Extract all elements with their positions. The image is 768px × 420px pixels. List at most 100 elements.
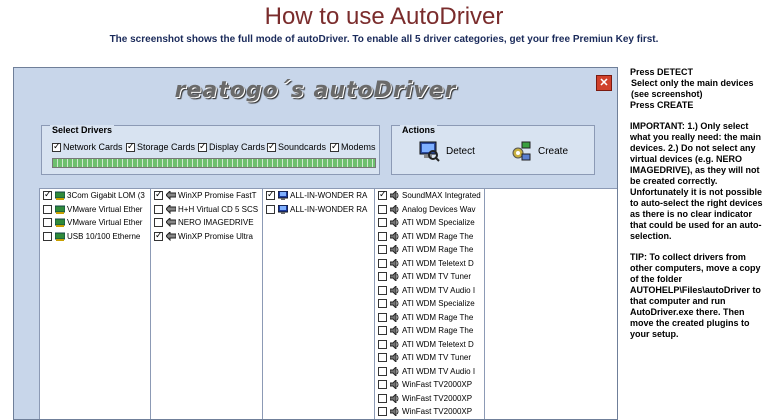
driver-checkbox[interactable] xyxy=(378,272,387,282)
driver-list-item[interactable]: SoundMAX Integrated xyxy=(375,189,485,203)
driver-checkbox[interactable] xyxy=(378,380,387,390)
driver-label: ATI WDM Teletext D xyxy=(402,339,474,349)
driver-list-item[interactable]: ALL-IN-WONDER RA xyxy=(263,203,374,217)
driver-list-item[interactable]: H+H Virtual CD 5 SCS xyxy=(151,203,262,217)
category-label: Network Cards xyxy=(63,142,123,152)
actions-group: Actions Detect Create xyxy=(391,125,595,175)
driver-label: ATI WDM TV Audio I xyxy=(402,285,476,295)
sound-card-icon xyxy=(390,191,399,201)
driver-label: ATI WDM TV Tuner xyxy=(402,353,472,363)
driver-checkbox[interactable] xyxy=(378,299,387,309)
checkbox[interactable] xyxy=(330,141,339,152)
driver-checkbox[interactable] xyxy=(43,204,52,214)
checkbox[interactable] xyxy=(267,141,276,152)
category-label: Display Cards xyxy=(209,142,266,152)
driver-label: WinXP Promise FastT xyxy=(178,191,257,201)
driver-checkbox[interactable] xyxy=(154,189,163,201)
driver-checkbox[interactable] xyxy=(43,231,52,241)
category-soundcards[interactable]: Soundcards xyxy=(267,141,326,152)
driver-checkbox[interactable] xyxy=(378,339,387,349)
driver-checkbox[interactable] xyxy=(378,285,387,295)
network-card-icon xyxy=(55,218,65,228)
sound-card-icon xyxy=(390,245,399,255)
driver-checkbox[interactable] xyxy=(378,245,387,255)
driver-list-item[interactable]: ATI WDM TV Audio I xyxy=(375,284,485,298)
sound-card-icon xyxy=(390,285,399,295)
driver-list-item[interactable]: WinFast TV2000XP xyxy=(375,378,485,392)
driver-list-item[interactable]: ATI WDM TV Tuner xyxy=(375,270,485,284)
driver-checkbox[interactable] xyxy=(154,218,163,228)
driver-checkbox[interactable] xyxy=(378,258,387,268)
driver-checkbox[interactable] xyxy=(378,231,387,241)
driver-checkbox[interactable] xyxy=(43,189,52,201)
category-modems[interactable]: Modems xyxy=(330,141,376,152)
driver-checkbox[interactable] xyxy=(266,204,275,214)
driver-label: ALL-IN-WONDER RA xyxy=(290,191,368,201)
driver-checkbox[interactable] xyxy=(266,189,275,201)
sound-card-icon xyxy=(390,326,399,336)
driver-list-item[interactable]: ATI WDM Rage The xyxy=(375,311,485,325)
sound-card-icon xyxy=(390,380,399,390)
checkbox[interactable] xyxy=(198,141,207,152)
driver-list-item[interactable]: ATI WDM Specialize xyxy=(375,216,485,230)
driver-label: ALL-IN-WONDER RA xyxy=(290,204,368,214)
driver-label: VMware Virtual Ether xyxy=(67,218,143,228)
driver-list-item[interactable]: ALL-IN-WONDER RA xyxy=(263,189,374,203)
driver-list-item[interactable]: ATI WDM TV Tuner xyxy=(375,351,485,365)
driver-list-item[interactable]: ATI WDM Teletext D xyxy=(375,338,485,352)
driver-list-item[interactable]: 3Com Gigabit LOM (3 xyxy=(40,189,151,203)
create-icon xyxy=(512,141,531,161)
driver-checkbox[interactable] xyxy=(43,218,52,228)
category-network-cards[interactable]: Network Cards xyxy=(52,141,123,152)
driver-list-item[interactable]: ATI WDM Teletext D xyxy=(375,257,485,271)
sound-card-icon xyxy=(390,299,399,309)
driver-list-item[interactable]: VMware Virtual Ether xyxy=(40,216,151,230)
driver-list-item[interactable]: ATI WDM Rage The xyxy=(375,324,485,338)
driver-list-item[interactable]: VMware Virtual Ether xyxy=(40,203,151,217)
checkbox[interactable] xyxy=(126,141,135,152)
driver-checkbox[interactable] xyxy=(378,366,387,376)
create-button[interactable]: Create xyxy=(510,140,568,162)
driver-checkbox[interactable] xyxy=(378,326,387,336)
category-label: Modems xyxy=(341,142,376,152)
driver-label: NERO IMAGEDRIVE xyxy=(178,218,254,228)
driver-list-item[interactable]: WinXP Promise Ultra xyxy=(151,230,262,244)
display-card-icon xyxy=(278,191,288,201)
select-drivers-group: Select Drivers Network Cards Storage Car… xyxy=(41,125,380,175)
driver-checkbox[interactable] xyxy=(378,312,387,322)
driver-list-item[interactable]: NERO IMAGEDRIVE xyxy=(151,216,262,230)
driver-label: ATI WDM Rage The xyxy=(402,231,474,241)
storage-card-icon xyxy=(166,218,176,228)
driver-checkbox[interactable] xyxy=(378,189,387,201)
driver-list-item[interactable]: USB 10/100 Etherne xyxy=(40,230,151,244)
sound-card-icon xyxy=(390,353,399,363)
driver-list-item[interactable]: ATI WDM Rage The xyxy=(375,230,485,244)
driver-checkbox[interactable] xyxy=(378,204,387,214)
driver-list-item[interactable]: ATI WDM Specialize xyxy=(375,297,485,311)
sound-card-icon xyxy=(390,258,399,268)
sound-card-icon xyxy=(390,407,399,417)
app-logo: reatogo´s autoDriver xyxy=(174,78,457,103)
driver-checkbox[interactable] xyxy=(378,407,387,417)
driver-label: ATI WDM TV Tuner xyxy=(402,272,472,282)
driver-checkbox[interactable] xyxy=(154,204,163,214)
driver-list-item[interactable]: Analog Devices Wav xyxy=(375,203,485,217)
driver-list-item[interactable]: WinXP Promise FastT xyxy=(151,189,262,203)
driver-checkbox[interactable] xyxy=(378,393,387,403)
driver-checkbox[interactable] xyxy=(154,230,163,241)
driver-checkbox[interactable] xyxy=(378,353,387,363)
modem-driver-list xyxy=(484,188,617,419)
network-card-icon xyxy=(55,232,65,241)
checkbox[interactable] xyxy=(52,141,61,152)
storage-card-icon xyxy=(166,231,176,241)
driver-checkbox[interactable] xyxy=(378,218,387,228)
driver-list-item[interactable]: ATI WDM TV Audio I xyxy=(375,365,485,379)
driver-list-item[interactable]: ATI WDM Rage The xyxy=(375,243,485,257)
driver-list-item[interactable]: WinFast TV2000XP xyxy=(375,392,485,406)
sound-card-icon xyxy=(390,204,399,214)
sound-card-icon xyxy=(390,366,399,376)
category-display-cards[interactable]: Display Cards xyxy=(198,141,266,152)
category-storage-cards[interactable]: Storage Cards xyxy=(126,141,195,152)
driver-list-item[interactable]: WinFast TV2000XP xyxy=(375,405,485,419)
detect-button[interactable]: Detect xyxy=(418,140,475,162)
